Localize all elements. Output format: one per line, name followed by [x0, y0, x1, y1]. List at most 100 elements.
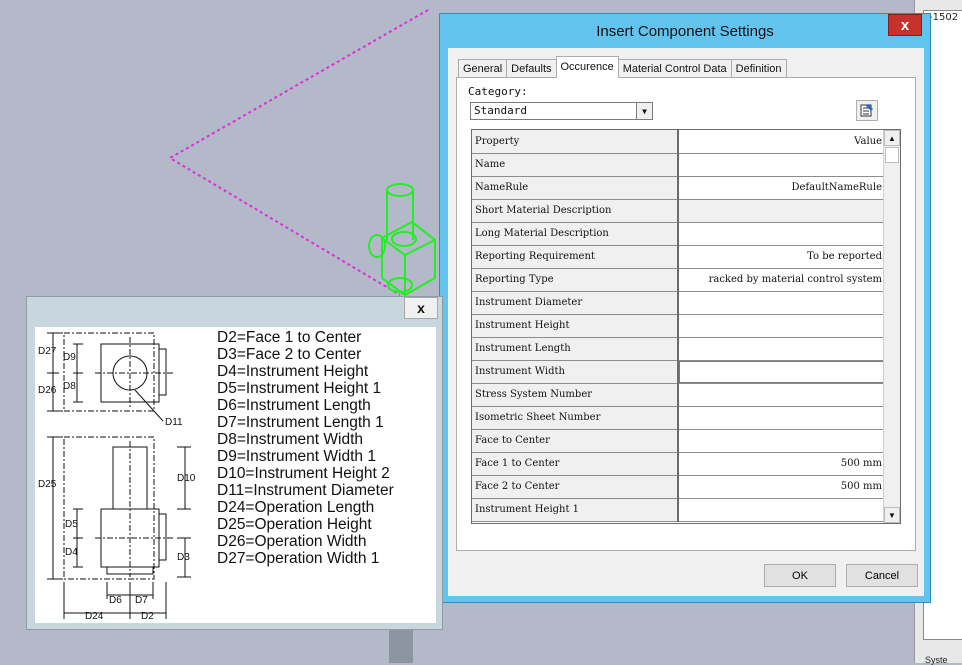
legend-item: D5=Instrument Height 1	[217, 380, 382, 397]
dimension-legend: D2=Face 1 to Center D3=Face 2 to Center …	[217, 329, 394, 567]
grid-row-value[interactable]: 500 mm	[678, 475, 885, 499]
grid-row-name: NameRule	[472, 176, 679, 200]
legend-item: D25=Operation Height	[217, 516, 372, 533]
grid-header-value: Value	[678, 130, 885, 154]
properties-icon	[860, 104, 873, 117]
category-selected-value: Standard	[474, 104, 527, 117]
legend-item: D24=Operation Length	[217, 499, 375, 516]
dim-label-d24: D24	[85, 611, 104, 622]
dim-label-d4: D4	[65, 547, 78, 558]
grid-row-value[interactable]: 500 mm	[678, 452, 885, 476]
grid-row-value[interactable]	[678, 498, 885, 522]
scroll-down-icon[interactable]: ▼	[884, 507, 900, 523]
instrument-component-3d	[368, 183, 436, 297]
tab-definition[interactable]: Definition	[730, 59, 787, 78]
grid-row[interactable]: Instrument Diameter	[472, 291, 885, 315]
pipe-stub	[389, 628, 413, 663]
grid-row-name: Stress System Number	[472, 383, 679, 407]
dim-label-d5: D5	[65, 519, 78, 530]
grid-row-value[interactable]	[678, 383, 885, 407]
dim-label-d3: D3	[177, 552, 190, 563]
tab-material-control-data[interactable]: Material Control Data	[617, 59, 732, 78]
grid-row[interactable]: Isometric Sheet Number	[472, 406, 885, 430]
dim-label-d6: D6	[109, 595, 122, 606]
grid-row-value[interactable]: To be reported	[678, 245, 885, 269]
grid-row[interactable]: Long Material Description	[472, 222, 885, 246]
grid-row[interactable]: NameRule DefaultNameRule	[472, 176, 885, 200]
side-panel-value: -1502	[929, 12, 959, 23]
dim-label-d10: D10	[177, 473, 196, 484]
grid-row-name: Reporting Requirement	[472, 245, 679, 269]
grid-row-name: Face 1 to Center	[472, 452, 679, 476]
grid-row[interactable]: Face 1 to Center 500 mm	[472, 452, 885, 476]
legend-item: D27=Operation Width 1	[217, 550, 380, 567]
grid-row[interactable]: Instrument Height	[472, 314, 885, 338]
tab-defaults[interactable]: Defaults	[506, 59, 557, 78]
grid-row-value[interactable]	[678, 429, 885, 453]
grid-row-name: Instrument Diameter	[472, 291, 679, 315]
chevron-down-icon[interactable]: ▼	[636, 103, 652, 119]
category-label: Category:	[468, 85, 528, 98]
properties-button[interactable]	[856, 100, 878, 121]
grid-row-value[interactable]	[678, 314, 885, 338]
grid-row-name: Long Material Description	[472, 222, 679, 246]
scroll-up-icon[interactable]: ▲	[884, 130, 900, 146]
grid-row-name: Instrument Height 1	[472, 498, 679, 522]
grid-header-row: Property Value	[472, 130, 885, 154]
grid-row-value[interactable]: DefaultNameRule	[678, 176, 885, 200]
dimension-drawing: D27 D9 D26 D8 D11 D25 D10 D5 D4 D3 D6 D7…	[38, 332, 196, 622]
grid-row[interactable]: Instrument Width	[472, 360, 885, 384]
tab-strip: General Defaults Occurence Material Cont…	[458, 56, 787, 78]
grid-row-name: Instrument Width	[472, 360, 679, 384]
grid-row[interactable]: Face to Center	[472, 429, 885, 453]
grid-row-name: Instrument Height	[472, 314, 679, 338]
dialog-close-button[interactable]: x	[888, 14, 922, 36]
grid-row-value[interactable]	[678, 337, 885, 361]
grid-vertical-scrollbar[interactable]: ▲ ▼	[883, 130, 900, 523]
grid-row[interactable]: Reporting Requirement To be reported	[472, 245, 885, 269]
grid-row-value	[678, 199, 885, 223]
grid-row-value[interactable]: racked by material control system	[678, 268, 885, 292]
grid-row-value[interactable]	[678, 406, 885, 430]
dim-label-d2: D2	[141, 611, 154, 622]
grid-row-value-editor[interactable]	[678, 360, 885, 384]
legend-item: D4=Instrument Height	[217, 363, 369, 380]
scroll-thumb[interactable]	[885, 147, 899, 163]
cancel-button[interactable]: Cancel	[846, 564, 918, 587]
side-panel-bottom-label: Syste	[925, 655, 948, 665]
insert-component-settings-dialog: Insert Component Settings x General Defa…	[439, 13, 931, 603]
occurence-tab-panel: Category: Standard ▼ Property Value Name…	[456, 77, 916, 551]
category-dropdown[interactable]: Standard ▼	[470, 102, 653, 120]
dialog-titlebar[interactable]: Insert Component Settings x	[440, 14, 930, 48]
grid-row-value[interactable]	[678, 291, 885, 315]
legend-item: D3=Face 2 to Center	[217, 346, 362, 363]
grid-row[interactable]: Instrument Height 1	[472, 498, 885, 522]
property-grid[interactable]: Property Value Name NameRule DefaultNameR…	[471, 129, 901, 524]
dim-label-d7: D7	[135, 595, 148, 606]
grid-row-name: Isometric Sheet Number	[472, 406, 679, 430]
grid-row[interactable]: Instrument Length	[472, 337, 885, 361]
dim-label-d25: D25	[38, 479, 57, 490]
grid-row[interactable]: Name	[472, 153, 885, 177]
dialog-title: Insert Component Settings	[596, 22, 774, 40]
grid-row[interactable]: Reporting Type racked by material control…	[472, 268, 885, 292]
grid-row-name: Face to Center	[472, 429, 679, 453]
dim-label-d11: D11	[165, 417, 183, 428]
dim-label-d26: D26	[38, 385, 57, 396]
tab-general[interactable]: General	[458, 59, 508, 78]
grid-row-value[interactable]	[678, 222, 885, 246]
dialog-client-area: General Defaults Occurence Material Cont…	[448, 48, 924, 596]
legend-item: D9=Instrument Width 1	[217, 448, 376, 465]
ok-button[interactable]: OK	[764, 564, 836, 587]
tab-occurence[interactable]: Occurence	[555, 56, 619, 78]
dim-label-d8: D8	[63, 381, 76, 392]
dim-label-d27: D27	[38, 346, 57, 357]
grid-row-name: Reporting Type	[472, 268, 679, 292]
preview-canvas: D27 D9 D26 D8 D11 D25 D10 D5 D4 D3 D6 D7…	[35, 327, 436, 623]
grid-row-value[interactable]	[678, 153, 885, 177]
legend-item: D10=Instrument Height 2	[217, 465, 390, 482]
preview-close-button[interactable]: x	[404, 297, 438, 319]
grid-row[interactable]: Short Material Description	[472, 199, 885, 223]
grid-row[interactable]: Stress System Number	[472, 383, 885, 407]
grid-row[interactable]: Face 2 to Center 500 mm	[472, 475, 885, 499]
